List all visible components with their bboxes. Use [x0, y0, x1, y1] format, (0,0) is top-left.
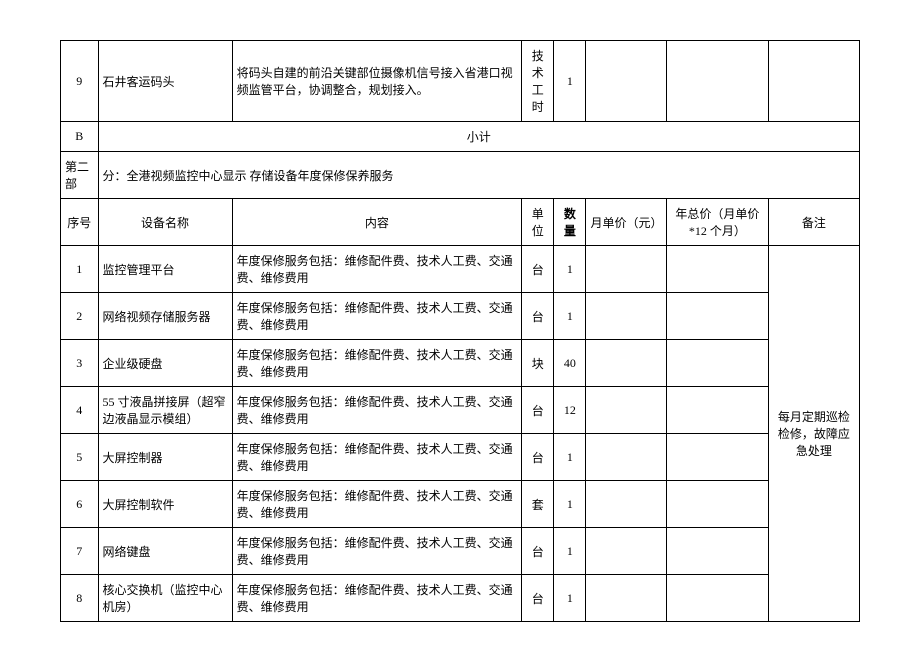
cell-qty: 1: [554, 528, 586, 575]
section-prefix: 第二部: [61, 152, 99, 199]
header-total: 年总价（月单价*12 个月）: [666, 199, 768, 246]
cell-total: [666, 387, 768, 434]
cell-unit: 套: [522, 481, 554, 528]
cell-total: [666, 246, 768, 293]
section-header-row: 第二部 分：全港视频监控中心显示 存储设备年度保修保养服务: [61, 152, 860, 199]
cell-remark-merged: 每月定期巡检检修，故障应急处理: [768, 246, 859, 622]
cell-price: [586, 246, 666, 293]
cell-content: 年度保修服务包括：维修配件费、技术人工费、交通费、维修费用: [232, 246, 522, 293]
cell-qty: 40: [554, 340, 586, 387]
cell-name: 网络键盘: [98, 528, 232, 575]
header-seq: 序号: [61, 199, 99, 246]
header-price: 月单价（元）: [586, 199, 666, 246]
cell-unit: 台: [522, 575, 554, 622]
cell-qty: 1: [554, 293, 586, 340]
header-unit: 单位: [522, 199, 554, 246]
subtotal-row: B 小计: [61, 122, 860, 152]
cell-content: 年度保修服务包括：维修配件费、技术人工费、交通费、维修费用: [232, 434, 522, 481]
cell-content: 年度保修服务包括：维修配件费、技术人工费、交通费、维修费用: [232, 481, 522, 528]
cell-qty: 1: [554, 481, 586, 528]
header-content: 内容: [232, 199, 522, 246]
cell-name: 核心交换机（监控中心机房）: [98, 575, 232, 622]
cell-unit: 台: [522, 434, 554, 481]
cell-remark: [768, 41, 859, 122]
cell-price: [586, 293, 666, 340]
cell-total: [666, 481, 768, 528]
cell-price: [586, 528, 666, 575]
table-row: 2 网络视频存储服务器 年度保修服务包括：维修配件费、技术人工费、交通费、维修费…: [61, 293, 860, 340]
cell-qty: 1: [554, 575, 586, 622]
document-table: 9 石井客运码头 将码头自建的前沿关键部位摄像机信号接入省港口视频监管平台，协调…: [60, 40, 860, 622]
subtotal-label: B: [61, 122, 99, 152]
cell-content: 年度保修服务包括：维修配件费、技术人工费、交通费、维修费用: [232, 293, 522, 340]
cell-seq: 3: [61, 340, 99, 387]
table-row: 1 监控管理平台 年度保修服务包括：维修配件费、技术人工费、交通费、维修费用 台…: [61, 246, 860, 293]
cell-total: [666, 41, 768, 122]
table-row: 4 55 寸液晶拼接屏（超窄边液晶显示模组） 年度保修服务包括：维修配件费、技术…: [61, 387, 860, 434]
cell-qty: 1: [554, 41, 586, 122]
cell-name: 大屏控制软件: [98, 481, 232, 528]
cell-content: 将码头自建的前沿关键部位摄像机信号接入省港口视频监管平台，协调整合，规划接入。: [232, 41, 522, 122]
cell-price: [586, 575, 666, 622]
cell-unit: 台: [522, 528, 554, 575]
cell-total: [666, 528, 768, 575]
table-row: 6 大屏控制软件 年度保修服务包括：维修配件费、技术人工费、交通费、维修费用 套…: [61, 481, 860, 528]
table-row: 9 石井客运码头 将码头自建的前沿关键部位摄像机信号接入省港口视频监管平台，协调…: [61, 41, 860, 122]
table-row: 8 核心交换机（监控中心机房） 年度保修服务包括：维修配件费、技术人工费、交通费…: [61, 575, 860, 622]
section-title: 分：全港视频监控中心显示 存储设备年度保修保养服务: [98, 152, 859, 199]
cell-unit: 台: [522, 246, 554, 293]
cell-name: 55 寸液晶拼接屏（超窄边液晶显示模组）: [98, 387, 232, 434]
cell-seq: 1: [61, 246, 99, 293]
cell-content: 年度保修服务包括：维修配件费、技术人工费、交通费、维修费用: [232, 340, 522, 387]
cell-name: 石井客运码头: [98, 41, 232, 122]
cell-price: [586, 481, 666, 528]
table-row: 3 企业级硬盘 年度保修服务包括：维修配件费、技术人工费、交通费、维修费用 块 …: [61, 340, 860, 387]
cell-price: [586, 340, 666, 387]
cell-total: [666, 434, 768, 481]
column-header-row: 序号 设备名称 内容 单位 数量 月单价（元） 年总价（月单价*12 个月） 备…: [61, 199, 860, 246]
cell-qty: 1: [554, 246, 586, 293]
table-row: 5 大屏控制器 年度保修服务包括：维修配件费、技术人工费、交通费、维修费用 台 …: [61, 434, 860, 481]
cell-seq: 9: [61, 41, 99, 122]
cell-qty: 12: [554, 387, 586, 434]
subtotal-text: 小计: [98, 122, 859, 152]
cell-name: 网络视频存储服务器: [98, 293, 232, 340]
cell-total: [666, 293, 768, 340]
header-qty: 数量: [554, 199, 586, 246]
cell-unit: 技术工时: [522, 41, 554, 122]
cell-name: 大屏控制器: [98, 434, 232, 481]
cell-name: 企业级硬盘: [98, 340, 232, 387]
header-name: 设备名称: [98, 199, 232, 246]
cell-unit: 台: [522, 293, 554, 340]
cell-seq: 6: [61, 481, 99, 528]
cell-total: [666, 340, 768, 387]
cell-price: [586, 387, 666, 434]
table-row: 7 网络键盘 年度保修服务包括：维修配件费、技术人工费、交通费、维修费用 台 1: [61, 528, 860, 575]
cell-price: [586, 41, 666, 122]
cell-qty: 1: [554, 434, 586, 481]
cell-total: [666, 575, 768, 622]
cell-seq: 2: [61, 293, 99, 340]
cell-seq: 7: [61, 528, 99, 575]
cell-seq: 5: [61, 434, 99, 481]
header-remark: 备注: [768, 199, 859, 246]
cell-content: 年度保修服务包括：维修配件费、技术人工费、交通费、维修费用: [232, 387, 522, 434]
cell-content: 年度保修服务包括：维修配件费、技术人工费、交通费、维修费用: [232, 528, 522, 575]
cell-seq: 4: [61, 387, 99, 434]
cell-price: [586, 434, 666, 481]
cell-content: 年度保修服务包括：维修配件费、技术人工费、交通费、维修费用: [232, 575, 522, 622]
cell-name: 监控管理平台: [98, 246, 232, 293]
cell-unit: 台: [522, 387, 554, 434]
cell-seq: 8: [61, 575, 99, 622]
cell-unit: 块: [522, 340, 554, 387]
